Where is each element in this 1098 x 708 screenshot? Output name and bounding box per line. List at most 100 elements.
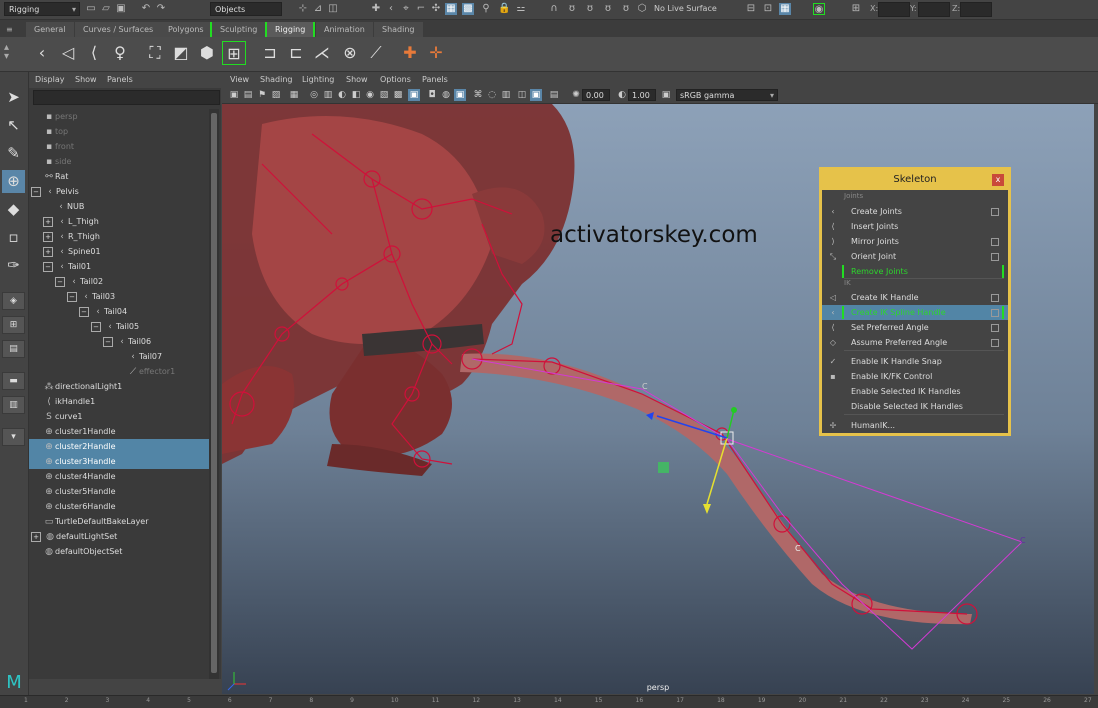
outliner-menu-show[interactable]: Show xyxy=(75,75,97,84)
snap-point-icon[interactable]: ⌖ xyxy=(400,3,412,15)
paint-select-icon[interactable]: ✎ xyxy=(2,142,25,165)
outliner-item[interactable]: − ‹ Tail03 xyxy=(29,289,209,304)
lasso-tool-icon[interactable]: ↖ xyxy=(2,114,25,137)
viewport-menu-shading[interactable]: Shading xyxy=(260,75,293,84)
redo-icon[interactable]: ↷ xyxy=(155,3,167,15)
outliner-item[interactable]: ⊕ cluster2Handle xyxy=(29,439,209,454)
insert-joint-icon[interactable]: ◁ xyxy=(56,41,80,65)
hypershade-layout-icon[interactable]: ▥ xyxy=(2,396,25,414)
outliner-item[interactable]: ⊕ cluster6Handle xyxy=(29,499,209,514)
textured-icon[interactable]: ◘ xyxy=(426,89,438,101)
skeleton-menu-item[interactable]: ▪ Enable IK/FK Control xyxy=(822,369,1008,384)
ipr-render-icon[interactable]: ▦ xyxy=(779,3,791,15)
soft-select-icon[interactable]: ⚲ xyxy=(480,3,492,15)
viewport-menu-options[interactable]: Options xyxy=(380,75,411,84)
snap-grid-alt-icon[interactable]: ʊ xyxy=(584,3,596,15)
outliner-item[interactable]: ⁂ directionalLight1 xyxy=(29,379,209,394)
viewport-menu-lighting[interactable]: Lighting xyxy=(302,75,334,84)
z-coord-field[interactable] xyxy=(960,2,992,17)
graph-layout-icon[interactable]: ▬ xyxy=(2,372,25,390)
resolution-gate-icon[interactable]: ▥ xyxy=(322,89,334,101)
tab-shading[interactable]: Shading xyxy=(374,22,423,37)
lattice-icon[interactable]: ⊞ xyxy=(222,41,246,65)
tab-rigging[interactable]: Rigging xyxy=(265,22,316,37)
wireframe-icon[interactable]: ▧ xyxy=(378,89,390,101)
outliner-item[interactable]: ⊕ cluster1Handle xyxy=(29,424,209,439)
collapse-icon[interactable]: − xyxy=(43,261,53,272)
tab-general[interactable]: General xyxy=(26,22,74,37)
option-box-icon[interactable] xyxy=(991,253,999,261)
skeleton-menu-item[interactable]: ◁ Create IK Handle xyxy=(822,290,1008,305)
skeleton-menu-item[interactable]: ✓ Enable IK Handle Snap xyxy=(822,354,1008,369)
collapse-icon[interactable]: − xyxy=(79,306,89,317)
wrap-deformer-icon[interactable]: ⟋ xyxy=(364,41,388,65)
outliner-item[interactable]: − ‹ Tail06 xyxy=(29,334,209,349)
camera-select-icon[interactable]: ▣ xyxy=(228,89,240,101)
viewport-menu-show[interactable]: Show xyxy=(346,75,368,84)
outliner-item[interactable]: ▪ front xyxy=(29,139,209,154)
outliner-menu-panels[interactable]: Panels xyxy=(107,75,133,84)
rotate-tool-icon[interactable]: ◆ xyxy=(2,198,25,221)
snap-curve-alt-icon[interactable]: ʊ xyxy=(566,3,578,15)
transform-icon[interactable]: ⊞ xyxy=(850,3,862,15)
expand-icon[interactable]: + xyxy=(43,246,53,257)
isolate-select-icon[interactable]: ◫ xyxy=(516,89,528,101)
outliner-item[interactable]: ⊕ cluster3Handle xyxy=(29,454,209,469)
outliner-item[interactable]: ▪ persp xyxy=(29,109,209,124)
ik-spline-icon[interactable]: ⊏ xyxy=(284,41,308,65)
snap-view-alt-icon[interactable]: ʊ xyxy=(620,3,632,15)
symmetry-icon[interactable]: ⚍ xyxy=(515,3,527,15)
wireframe-on-shaded-icon[interactable]: ▣ xyxy=(408,89,420,101)
skeleton-menu-item[interactable]: Remove Joints xyxy=(822,264,1008,279)
outliner-search-input[interactable] xyxy=(33,90,220,105)
mirror-joint-icon[interactable]: ⟨ xyxy=(82,41,106,65)
select-hierarchy-icon[interactable]: ⊹ xyxy=(297,3,309,15)
open-scene-icon[interactable]: ▱ xyxy=(100,3,112,15)
outliner-item[interactable]: ‹ Tail07 xyxy=(29,349,209,364)
shelf-menu-icon[interactable]: ≡ xyxy=(6,25,13,34)
outliner-item[interactable]: + ◍ defaultLightSet xyxy=(29,529,209,544)
ik-handle-icon[interactable]: ⊐ xyxy=(258,41,282,65)
snap-view-icon[interactable]: ⌐ xyxy=(415,3,427,15)
undo-icon[interactable]: ↶ xyxy=(140,3,152,15)
bind-skin-icon[interactable]: ⛶ xyxy=(143,41,167,65)
collapse-icon[interactable]: − xyxy=(67,291,77,302)
collapse-icon[interactable]: − xyxy=(91,321,101,332)
skeleton-menu-item[interactable]: ‹ Create IK Spline Handle xyxy=(822,305,1008,320)
y-coord-field[interactable] xyxy=(918,2,950,17)
option-box-icon[interactable] xyxy=(991,294,999,302)
viewport-menu-view[interactable]: View xyxy=(230,75,249,84)
create-joints-icon[interactable]: ‹ xyxy=(30,41,54,65)
skeleton-menu-item[interactable]: ⤡ Orient Joint xyxy=(822,249,1008,264)
constraint-icon[interactable]: ✛ xyxy=(424,41,448,65)
persp-outliner-icon[interactable]: ▤ xyxy=(2,340,25,358)
skeleton-menu-item[interactable]: Enable Selected IK Handles xyxy=(822,384,1008,399)
exposure-icon[interactable]: ✺ xyxy=(570,89,582,101)
single-view-icon[interactable]: ◈ xyxy=(2,292,25,310)
outliner-menu-display[interactable]: Display xyxy=(35,75,65,84)
image-plane-icon[interactable]: ▨ xyxy=(270,89,282,101)
snap-curve-icon[interactable]: ‹ xyxy=(385,3,397,15)
outliner-item[interactable]: ‹ NUB xyxy=(29,199,209,214)
viewport-menu-panels[interactable]: Panels xyxy=(422,75,448,84)
xray-joints-icon[interactable]: ▤ xyxy=(548,89,560,101)
snap-surface-icon[interactable]: ✣ xyxy=(430,3,442,15)
cluster-tool-icon[interactable]: ⋌ xyxy=(310,41,334,65)
skeleton-menu-item[interactable]: ◇ Assume Preferred Angle xyxy=(822,335,1008,350)
skeleton-menu-item[interactable]: ⟨ Set Preferred Angle xyxy=(822,320,1008,335)
option-box-icon[interactable] xyxy=(991,309,999,317)
last-tool-icon[interactable]: ✑ xyxy=(2,254,25,277)
shelf-options-icon[interactable]: ▴ ▾ xyxy=(4,43,9,62)
outliner-scrollbar[interactable] xyxy=(209,109,219,679)
expand-icon[interactable]: + xyxy=(43,216,53,227)
skeleton-menu-item[interactable]: ⟨ Insert Joints xyxy=(822,219,1008,234)
outliner-item[interactable]: ⟨ ikHandle1 xyxy=(29,394,209,409)
outliner-item[interactable]: − ‹ Tail04 xyxy=(29,304,209,319)
select-mask-icon[interactable]: ▩ xyxy=(462,3,474,15)
render-frame-icon[interactable]: ⊡ xyxy=(762,3,774,15)
tab-sculpting[interactable]: Sculpting xyxy=(210,22,268,37)
outliner-item[interactable]: − ‹ Tail05 xyxy=(29,319,209,334)
skeleton-menu-item[interactable]: ✢ HumanIK... xyxy=(822,418,1008,433)
use-lights-icon[interactable]: ◍ xyxy=(440,89,452,101)
grid-icon[interactable]: ▦ xyxy=(288,89,300,101)
